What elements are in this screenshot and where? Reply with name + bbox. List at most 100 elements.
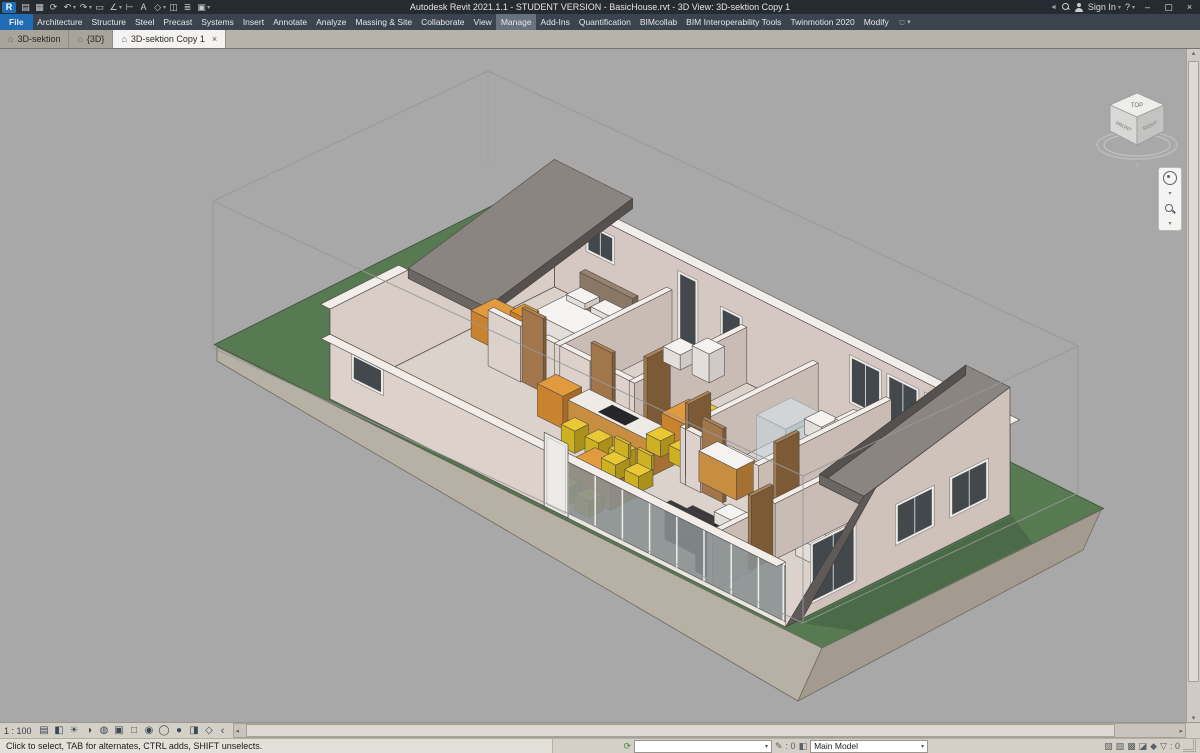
tab-annotate[interactable]: Annotate [269, 14, 312, 30]
view-tab-icon: ⌂ [121, 34, 126, 44]
sign-in-caret-icon[interactable]: ▾ [1118, 4, 1121, 11]
scroll-up-icon[interactable]: ▴ [1192, 49, 1196, 57]
horizontal-scrollbar[interactable]: ◂ ▸ [233, 723, 1186, 738]
infocenter-collapse-icon[interactable]: ◄ [1050, 4, 1057, 11]
workset-caret-icon: ▾ [761, 743, 768, 750]
revit-window: R ▤ ▦ ⟳ ↶ ▾ ↷ ▾ ▭ ∠ ▾ ⊢ A ◇ ▾ ◫ ≣ ▣ ▾ Au… [0, 0, 1200, 750]
drawing-area[interactable]: TOP FRONT RIGHT ▾ ▾ ▴ ▾ [0, 48, 1200, 722]
help-caret-icon[interactable]: ▾ [1132, 4, 1135, 11]
ribbon-tab-bar: File Architecture Structure Steel Precas… [0, 14, 1200, 30]
sign-in-button[interactable]: Sign In [1088, 2, 1116, 12]
temporary-hide-isolate-icon[interactable]: ◯ [157, 725, 172, 736]
render-icon[interactable]: ◍ [97, 725, 112, 736]
show-crop-region-icon[interactable]: □ [127, 725, 142, 736]
tab-view[interactable]: View [469, 14, 496, 30]
open-button[interactable]: ▤ [19, 2, 32, 13]
tab-quantification[interactable]: Quantification [574, 14, 635, 30]
text-button[interactable]: A [137, 2, 150, 12]
view-control-bar: 1 : 100 ▤ ◧ ☀ ◑ ◍ ▣ □ ◉ ◯ ● ◨ ◇ ‹ ◂ ▸ [0, 722, 1200, 738]
redo-caret-icon[interactable]: ▾ [89, 4, 92, 11]
shadows-icon[interactable]: ◑ [82, 725, 97, 736]
reveal-hidden-elements-icon[interactable]: ● [172, 725, 187, 736]
tab-structure[interactable]: Structure [87, 14, 131, 30]
save-button[interactable]: ▦ [33, 2, 46, 13]
thin-lines-button[interactable]: ≣ [181, 2, 194, 13]
view3d-caret-icon[interactable]: ▾ [163, 4, 166, 11]
ribbon-collapse-icon[interactable]: ▾ [907, 18, 911, 26]
scroll-right-icon[interactable]: ▸ [1179, 727, 1185, 735]
tab-file[interactable]: File [0, 14, 33, 30]
detail-level-icon[interactable]: ▤ [37, 725, 52, 736]
status-bar: Click to select, TAB for alternates, CTR… [0, 738, 1200, 753]
qat-customize-caret-icon[interactable]: ▾ [207, 4, 210, 11]
view-tab-3d-sektion-copy-1[interactable]: ⌂ 3D-sektion Copy 1 × [113, 30, 226, 48]
view-tab-label: 3D-sektion Copy 1 [131, 34, 205, 44]
section-button[interactable]: ◫ [167, 2, 180, 13]
crop-view-icon[interactable]: ▣ [112, 725, 127, 736]
active-workset-select[interactable]: ▾ [634, 740, 772, 753]
scale-button[interactable]: 1 : 100 [4, 726, 32, 736]
navigation-bar: ▾ ▾ [1158, 167, 1182, 231]
tab-architecture[interactable]: Architecture [33, 14, 87, 30]
save-orientation-icon[interactable]: ◉ [142, 725, 157, 736]
wheel-caret-icon[interactable]: ▾ [1168, 190, 1171, 197]
displace-elements-icon[interactable]: ◇ [202, 725, 217, 736]
view-tab-label: {3D} [87, 34, 105, 44]
undo-caret-icon[interactable]: ▾ [73, 4, 76, 11]
minimize-button[interactable]: – [1139, 0, 1156, 14]
view-tab-icon: ⌂ [8, 34, 13, 44]
infocenter: ◄ Sign In ▾ ? ▾ – ▢ × [1050, 0, 1200, 14]
steering-wheel-icon[interactable] [1163, 171, 1177, 185]
tab-add-ins[interactable]: Add-Ins [536, 14, 574, 30]
tab-bim-interoperability[interactable]: BIM Interoperability Tools [682, 14, 786, 30]
tab-modify[interactable]: Modify [859, 14, 893, 30]
visual-style-icon[interactable]: ◧ [52, 725, 67, 736]
revit-logo-icon[interactable]: R [2, 2, 16, 13]
quick-access-toolbar: ▤ ▦ ⟳ ↶ ▾ ↷ ▾ ▭ ∠ ▾ ⊢ A ◇ ▾ ◫ ≣ ▣ ▾ [19, 2, 210, 13]
view-tab-3d-sektion[interactable]: ⌂ 3D-sektion [0, 30, 69, 48]
vertical-scrollbar[interactable]: ▴ ▾ [1186, 49, 1200, 722]
scroll-down-icon[interactable]: ▾ [1192, 714, 1196, 722]
user-icon [1075, 3, 1084, 12]
viewcube[interactable]: TOP FRONT RIGHT [1094, 83, 1180, 179]
tab-collaborate[interactable]: Collaborate [417, 14, 469, 30]
scroll-left-icon[interactable]: ◂ [234, 727, 240, 735]
ribbon-panel-toggle-icon[interactable]: ◻ [899, 18, 905, 26]
title-bar: R ▤ ▦ ⟳ ↶ ▾ ↷ ▾ ▭ ∠ ▾ ⊢ A ◇ ▾ ◫ ≣ ▣ ▾ Au… [0, 0, 1200, 14]
tab-manage[interactable]: Manage [496, 14, 536, 30]
close-button[interactable]: × [1181, 0, 1198, 14]
view-bar-back-icon[interactable]: ‹ [217, 725, 229, 737]
tab-insert[interactable]: Insert [238, 14, 268, 30]
view-tab-icon: ⌂ [77, 34, 82, 44]
tab-systems[interactable]: Systems [197, 14, 239, 30]
design-option-select[interactable]: Main Model ▾ [810, 740, 928, 753]
print-button[interactable]: ▭ [93, 2, 106, 13]
view-tab-label: 3D-sektion [17, 34, 60, 44]
3d-model-view[interactable] [0, 49, 1200, 722]
tab-analyze[interactable]: Analyze [312, 14, 351, 30]
zoom-icon[interactable] [1164, 203, 1176, 215]
viewcube-compass-south-tick[interactable] [1134, 162, 1140, 167]
view-tab-3d[interactable]: ⌂ {3D} [69, 30, 113, 48]
viewcube-top-label: TOP [1131, 103, 1143, 109]
tab-precast[interactable]: Precast [159, 14, 197, 30]
horizontal-scroll-thumb[interactable] [246, 724, 1115, 737]
aligned-dimension-button[interactable]: ⊢ [123, 2, 136, 13]
search-icon[interactable] [1061, 2, 1071, 12]
help-button[interactable]: ? [1125, 2, 1130, 12]
measure-caret-icon[interactable]: ▾ [119, 4, 122, 11]
view-tab-bar: ⌂ 3D-sektion ⌂ {3D} ⌂ 3D-sektion Copy 1 … [0, 30, 1200, 48]
close-view-tab-icon[interactable]: × [212, 34, 217, 44]
tab-twinmotion[interactable]: Twinmotion 2020 [786, 14, 859, 30]
tab-steel[interactable]: Steel [131, 14, 159, 30]
tab-massing-site[interactable]: Massing & Site [351, 14, 417, 30]
zoom-caret-icon[interactable]: ▾ [1168, 220, 1171, 227]
tab-bimcollab[interactable]: BIMcollab [635, 14, 681, 30]
sync-button[interactable]: ⟳ [47, 2, 60, 13]
vertical-scroll-thumb[interactable] [1188, 61, 1199, 682]
restore-button[interactable]: ▢ [1160, 0, 1177, 14]
sun-path-icon[interactable]: ☀ [67, 725, 82, 736]
status-hint: Click to select, TAB for alternates, CTR… [0, 739, 553, 753]
temporary-view-properties-icon[interactable]: ◨ [187, 725, 202, 736]
design-option-caret-icon: ▾ [917, 743, 924, 750]
